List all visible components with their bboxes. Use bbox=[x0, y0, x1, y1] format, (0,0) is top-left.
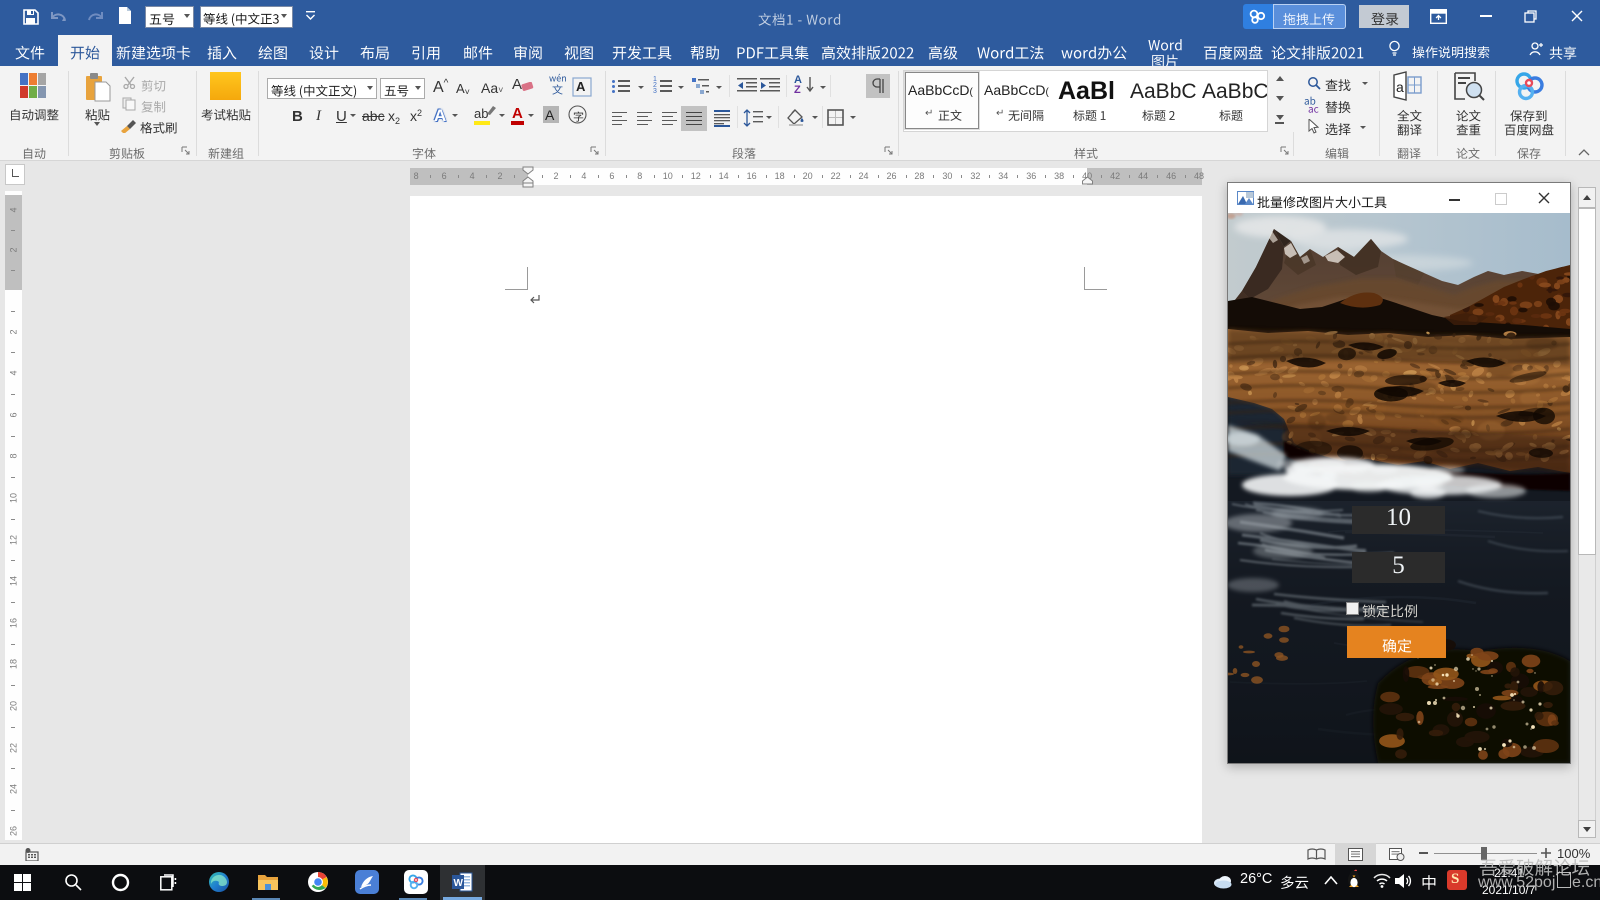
svg-text:W: W bbox=[454, 878, 464, 889]
svg-text:a: a bbox=[1396, 79, 1404, 95]
